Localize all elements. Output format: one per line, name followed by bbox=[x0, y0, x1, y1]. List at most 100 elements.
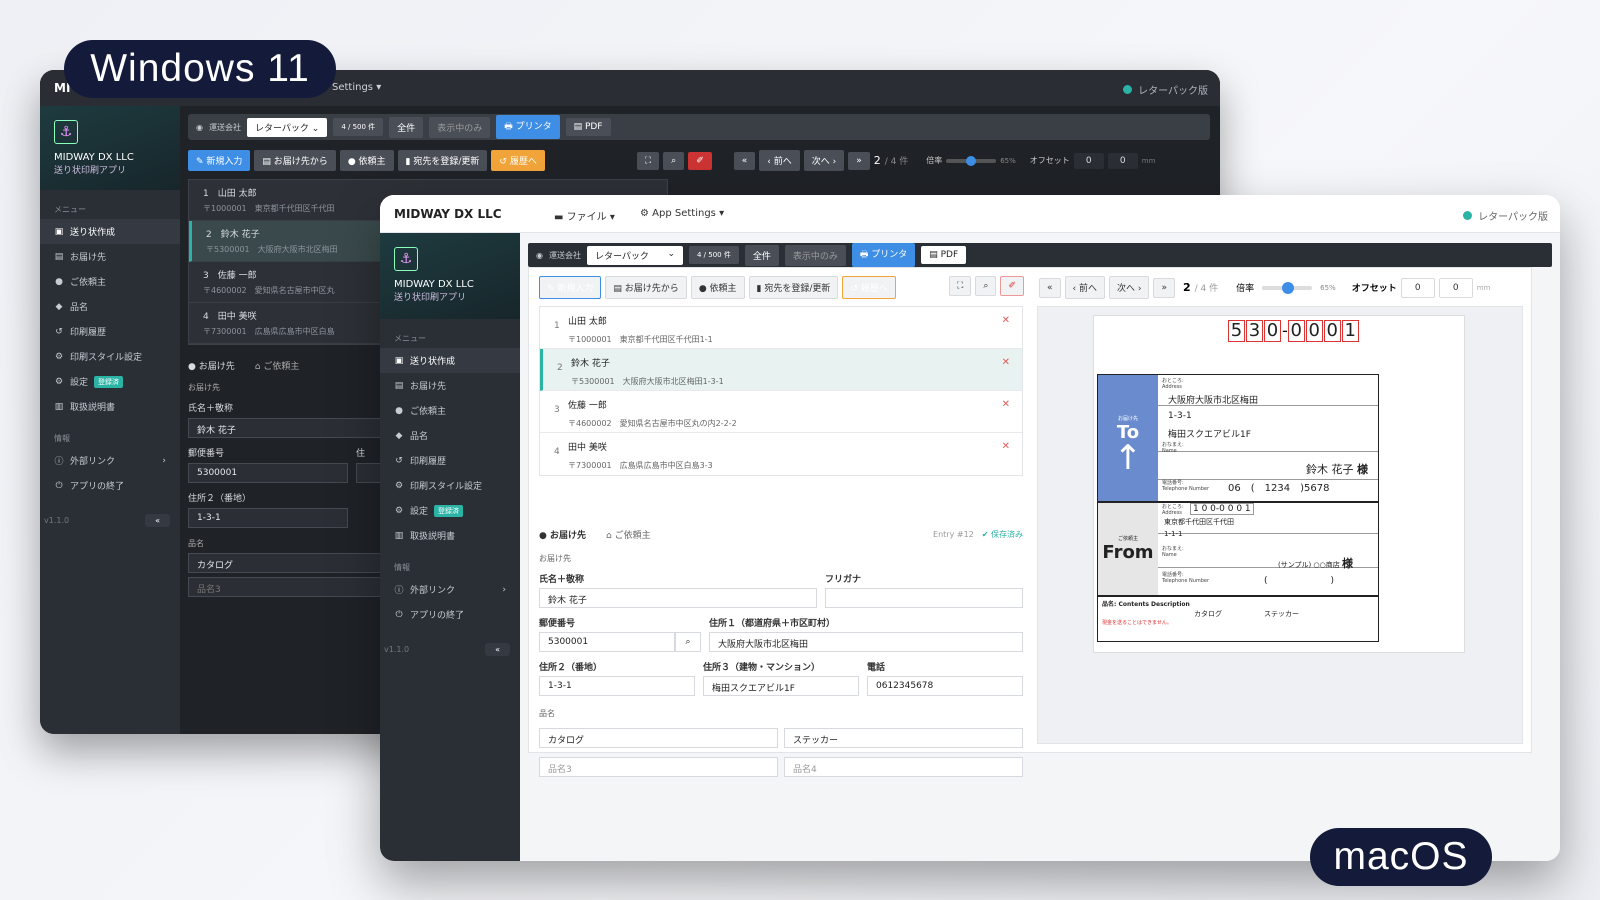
pdf-button[interactable]: ▤ PDF bbox=[921, 246, 967, 264]
anchor-logo-icon: ⚓ bbox=[394, 247, 418, 271]
win-pdf-button[interactable]: ▤ PDF bbox=[565, 118, 611, 136]
win-sidebar-item-client[interactable]: ● ご依頼主 bbox=[40, 269, 180, 294]
item3-input[interactable]: 品名3 bbox=[539, 757, 778, 777]
collapse-sidebar-button[interactable]: « bbox=[485, 643, 510, 656]
all-button[interactable]: 全件 bbox=[744, 244, 779, 266]
sidebar-item-quit[interactable]: ⏻ アプリの終了 bbox=[380, 602, 520, 627]
win-last-button[interactable]: » bbox=[848, 151, 870, 170]
name-input[interactable]: 鈴木 花子 bbox=[539, 588, 817, 608]
win-tab-dest[interactable]: ● お届け先 bbox=[188, 359, 235, 372]
list-item-selected[interactable]: 2 鈴木 花子 〒5300001 大阪府大阪市北区梅田1-3-1 ✕ bbox=[540, 349, 1022, 391]
item1-input[interactable]: カタログ bbox=[539, 728, 778, 748]
new-entry-button[interactable]: ✎ 新規入力 bbox=[539, 276, 602, 299]
address3-input[interactable]: 梅田スクエアビル1F bbox=[703, 676, 859, 696]
offset-x-input[interactable]: 0 bbox=[1400, 277, 1435, 298]
zoom-slider[interactable] bbox=[1262, 281, 1313, 294]
win-next-button[interactable]: 次へ › bbox=[803, 150, 845, 171]
sidebar-item-dest[interactable]: ▤ お届け先 bbox=[380, 373, 520, 398]
delete-icon[interactable]: ✕ bbox=[1002, 315, 1010, 326]
address1-input[interactable]: 大阪府大阪市北区梅田 bbox=[709, 632, 1023, 652]
win-sidebar-item-create[interactable]: ▣ 送り状作成 bbox=[40, 219, 180, 244]
phone-input[interactable]: 0612345678 bbox=[867, 676, 1023, 696]
sidebar-item-history[interactable]: ↺ 印刷履歴 bbox=[380, 448, 520, 473]
win-shown-button[interactable]: 表示中のみ bbox=[429, 116, 491, 138]
sidebar-item-style[interactable]: ⚙ 印刷スタイル設定 bbox=[380, 473, 520, 498]
delete-icon[interactable]: ✕ bbox=[1002, 441, 1010, 452]
win-sidebar-item-links[interactable]: ⓘ 外部リンク › bbox=[40, 448, 180, 473]
sidebar-item-links[interactable]: ⓘ 外部リンク › bbox=[380, 577, 520, 602]
win-fullscreen-button[interactable]: ⛶ bbox=[636, 151, 660, 170]
win-zoom-slider[interactable] bbox=[946, 155, 997, 166]
win-zip-input[interactable]: 5300001 bbox=[188, 463, 348, 483]
zip-input[interactable]: 5300001 bbox=[539, 632, 675, 652]
history-button[interactable]: ↺ 履歴へ bbox=[842, 276, 896, 299]
sidebar-item-items[interactable]: ◆ 品名 bbox=[380, 423, 520, 448]
win-sidebar-item-history[interactable]: ↺ 印刷履歴 bbox=[40, 319, 180, 344]
win-sidebar-item-settings[interactable]: ⚙ 設定 登録済 bbox=[40, 369, 180, 394]
file-menu[interactable]: ▬ ファイル ▾ bbox=[554, 208, 615, 223]
list-item[interactable]: 1 山田 太郎 〒1000001 東京都千代田区千代田1-1 ✕ bbox=[540, 307, 1022, 349]
offset-y-input[interactable]: 0 bbox=[1438, 277, 1473, 298]
item2-input[interactable]: ステッカー bbox=[784, 728, 1023, 748]
win-sidebar-item-items[interactable]: ◆ 品名 bbox=[40, 294, 180, 319]
win-offset-y[interactable]: 0 bbox=[1107, 152, 1138, 169]
win-all-button[interactable]: 全件 bbox=[389, 116, 424, 138]
prev-page-button[interactable]: ‹ 前へ bbox=[1064, 276, 1105, 299]
first-page-button[interactable]: « bbox=[1039, 277, 1061, 298]
win-sidebar-item-dest[interactable]: ▤ お届け先 bbox=[40, 244, 180, 269]
mac-app-window: MIDWAY DX LLC ▬ ファイル ▾ ⚙ App Settings ▾ … bbox=[380, 195, 1560, 861]
win-addr2-input[interactable]: 1-3-1 bbox=[188, 508, 348, 528]
win-sidebar-item-quit[interactable]: ⏻ アプリの終了 bbox=[40, 473, 180, 498]
delete-icon[interactable]: ✕ bbox=[1002, 399, 1010, 410]
win-sidebar-item-manual[interactable]: ▥ 取扱説明書 bbox=[40, 394, 180, 419]
zip-search-icon[interactable]: ⌕ bbox=[675, 632, 701, 652]
manual-icon: ▥ bbox=[54, 401, 64, 412]
win-settings-menu[interactable]: Settings ▾ bbox=[332, 82, 381, 93]
sidebar-item-settings[interactable]: ⚙ 設定 登録済 bbox=[380, 498, 520, 523]
status-ok-icon bbox=[1123, 85, 1133, 94]
furigana-input[interactable] bbox=[825, 588, 1023, 608]
sidebar-item-client[interactable]: ● ご依頼主 bbox=[380, 398, 520, 423]
win-collapse-button[interactable]: « bbox=[145, 514, 170, 527]
printer-button[interactable]: 🖶 プリンタ bbox=[851, 243, 916, 267]
address2-input[interactable]: 1-3-1 bbox=[539, 676, 695, 696]
fullscreen-button[interactable]: ⛶ bbox=[949, 276, 972, 296]
sidebar-item-manual[interactable]: ▥ 取扱説明書 bbox=[380, 523, 520, 548]
delete-icon[interactable]: ✕ bbox=[1002, 357, 1010, 368]
shown-only-button[interactable]: 表示中のみ bbox=[784, 244, 846, 266]
from-dest-button[interactable]: ▤ お届け先から bbox=[605, 276, 687, 299]
win-search-button[interactable]: ⌕ bbox=[663, 151, 685, 170]
book-icon: ▤ bbox=[54, 251, 64, 262]
sidebar-item-create[interactable]: ▣ 送り状作成 bbox=[380, 348, 520, 373]
next-page-button[interactable]: 次へ › bbox=[1108, 276, 1150, 299]
win-carrier-select[interactable]: レターパック ⌄ bbox=[246, 117, 328, 137]
win-tab-client[interactable]: ⌂ ご依頼主 bbox=[255, 359, 300, 372]
carrier-select[interactable]: レターパック ⌄ bbox=[586, 245, 683, 265]
register-dest-button[interactable]: ▮ 宛先を登録/更新 bbox=[748, 276, 839, 299]
list-item[interactable]: 3 佐藤 一郎 〒4600002 愛知県名古屋市中区丸の内2-2-2 ✕ bbox=[540, 391, 1022, 433]
win-brush-button[interactable]: ✐ bbox=[688, 151, 712, 170]
mac-status: レターパック版 bbox=[1463, 208, 1548, 223]
win-history-button[interactable]: ↺ 履歴へ bbox=[491, 150, 545, 171]
tab-client[interactable]: ⌂ ご依頼主 bbox=[606, 528, 651, 541]
win-sidebar-item-style[interactable]: ⚙ 印刷スタイル設定 bbox=[40, 344, 180, 369]
last-page-button[interactable]: » bbox=[1153, 277, 1175, 298]
brush-button[interactable]: ✐ bbox=[1000, 276, 1024, 296]
win-from-dest-button[interactable]: ▤ お届け先から bbox=[254, 150, 336, 171]
win-client-button[interactable]: ● 依頼主 bbox=[339, 150, 394, 171]
search-button[interactable]: ⌕ bbox=[975, 276, 997, 296]
win-register-button[interactable]: ▮ 宛先を登録/更新 bbox=[397, 150, 488, 171]
item4-input[interactable]: 品名4 bbox=[784, 757, 1023, 777]
client-button[interactable]: ● 依頼主 bbox=[690, 276, 745, 299]
gear-icon: ⚙ bbox=[394, 505, 404, 516]
win-first-button[interactable]: « bbox=[733, 151, 756, 170]
win-offset-x[interactable]: 0 bbox=[1073, 152, 1104, 169]
info-icon: ⓘ bbox=[394, 586, 404, 596]
list-item[interactable]: 4 田中 美咲 〒7300001 広島県広島市中区白島3-3 ✕ bbox=[540, 433, 1022, 475]
win-new-button[interactable]: ✎ 新規入力 bbox=[188, 150, 251, 171]
win-app-name: 送り状印刷アプリ bbox=[54, 166, 127, 176]
app-settings-menu[interactable]: ⚙ App Settings ▾ bbox=[640, 208, 724, 219]
tab-dest[interactable]: ● お届け先 bbox=[539, 528, 586, 541]
win-printer-button[interactable]: 🖶 プリンタ bbox=[496, 115, 560, 139]
win-prev-button[interactable]: ‹ 前へ bbox=[759, 150, 800, 171]
